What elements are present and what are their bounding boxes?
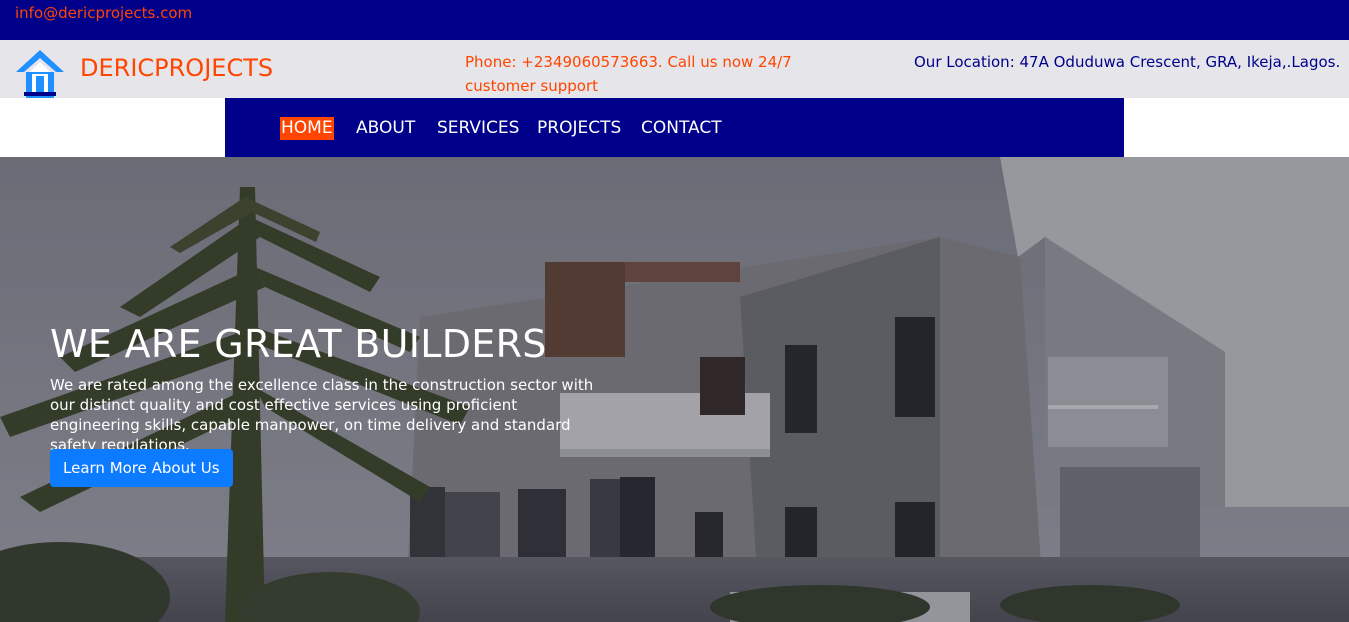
learn-more-button[interactable]: Learn More About Us [50,449,233,487]
hero-section: WE ARE GREAT BUILDERS We are rated among… [0,157,1349,622]
nav-home[interactable]: HOME [280,117,334,140]
brand-name[interactable]: DERICPROJECTS [80,54,273,82]
email-link[interactable]: info@dericprojects.com [15,4,192,22]
nav-contact[interactable]: CONTACT [640,117,723,140]
header-bar: DERICPROJECTS Phone: +2349060573663. Cal… [0,40,1349,98]
nav-projects[interactable]: PROJECTS [536,117,622,140]
nav-about[interactable]: ABOUT [355,117,416,140]
main-nav: HOME ABOUT SERVICES PROJECTS CONTACT [225,98,1124,157]
house-logo-icon[interactable] [14,48,66,98]
top-bar: info@dericprojects.com [0,0,1349,40]
nav-services[interactable]: SERVICES [436,117,520,140]
hero-title: WE ARE GREAT BUILDERS [50,322,547,366]
nav-wrapper: HOME ABOUT SERVICES PROJECTS CONTACT [0,98,1349,157]
location-info: Our Location: 47A Oduduwa Crescent, GRA,… [914,53,1341,71]
phone-info: Phone: +2349060573663. Call us now 24/7 … [465,53,792,95]
hero-description: We are rated among the excellence class … [50,376,594,454]
